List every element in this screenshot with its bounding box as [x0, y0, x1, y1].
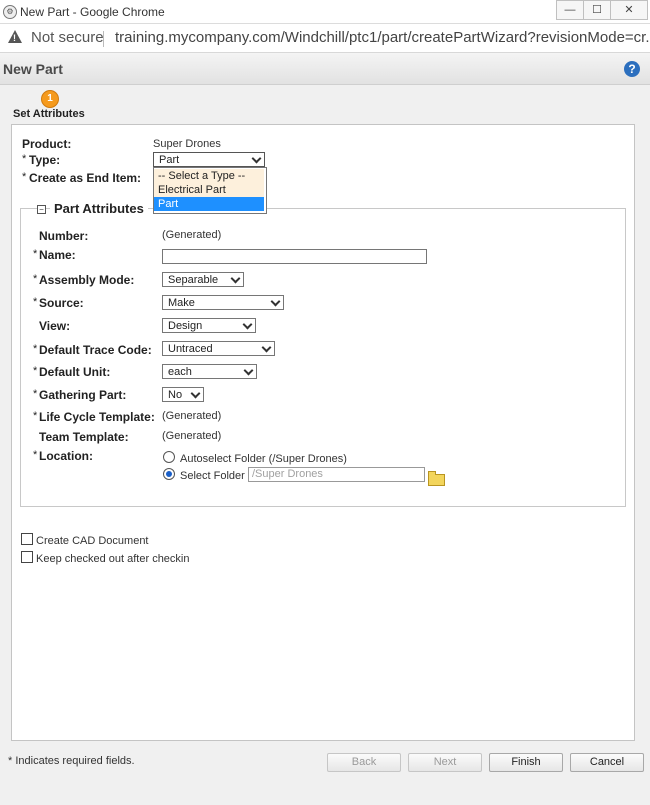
minimize-button[interactable]: — [556, 0, 584, 20]
close-button[interactable]: ✕ [610, 0, 648, 20]
team-template-label: Team Template: [39, 430, 129, 444]
life-cycle-template-value: (Generated) [162, 410, 222, 422]
product-value: Super Drones [153, 138, 221, 150]
step-number-icon[interactable]: 1 [41, 90, 59, 108]
chevron-down-icon [242, 319, 253, 330]
name-label: Name: [39, 248, 76, 262]
location-label: Location: [39, 449, 93, 463]
folder-path-input[interactable]: /Super Drones [248, 467, 425, 482]
chevron-down-icon [190, 388, 201, 399]
type-dropdown-list[interactable]: -- Select a Type -- Electrical Part Part [153, 167, 267, 214]
chevron-down-icon [243, 365, 254, 376]
product-label: Product: [22, 137, 72, 151]
required-marker: * [33, 273, 38, 285]
default-trace-code-select[interactable]: Untraced [162, 341, 275, 356]
default-trace-code-label: Default Trace Code: [39, 343, 152, 357]
chevron-down-icon [261, 342, 272, 353]
create-cad-document-checkbox[interactable] [21, 533, 33, 545]
type-option-select[interactable]: -- Select a Type -- [154, 169, 264, 183]
chevron-down-icon [270, 296, 281, 307]
required-marker: * [22, 153, 27, 165]
default-unit-select[interactable]: each [162, 364, 257, 379]
required-marker: * [33, 449, 38, 461]
assembly-mode-label: Assembly Mode: [39, 273, 135, 287]
gathering-part-select[interactable]: No [162, 387, 204, 402]
part-attributes-legend[interactable]: Part Attributes [50, 201, 148, 216]
source-label: Source: [39, 296, 84, 310]
default-unit-value: each [168, 366, 192, 378]
end-item-label: Create as End Item: [29, 171, 142, 185]
default-trace-code-value: Untraced [168, 343, 213, 355]
collapse-icon[interactable]: − [37, 205, 46, 214]
view-value: Design [168, 320, 203, 332]
warning-icon-mark: ! [13, 33, 16, 43]
autoselect-folder-label[interactable]: Autoselect Folder (/Super Drones) [180, 453, 347, 465]
chevron-down-icon [230, 273, 241, 284]
chevron-down-icon [251, 153, 262, 164]
maximize-button[interactable]: ☐ [583, 0, 611, 20]
keep-checked-out-checkbox[interactable] [21, 551, 33, 563]
select-folder-label[interactable]: Select Folder [180, 470, 245, 482]
team-template-value: (Generated) [162, 430, 222, 442]
url-text[interactable]: training.mycompany.com/Windchill/ptc1/pa… [115, 29, 650, 46]
autoselect-folder-radio[interactable] [163, 451, 175, 463]
type-select[interactable]: Part [153, 152, 265, 167]
keep-checked-out-label[interactable]: Keep checked out after checkin [36, 553, 189, 565]
app-icon: ⚙ [3, 5, 17, 19]
page-header: New Part ? [0, 53, 650, 85]
required-marker: * [33, 343, 38, 355]
create-cad-document-label[interactable]: Create CAD Document [36, 535, 149, 547]
folder-icon[interactable] [428, 471, 445, 486]
gathering-part-value: No [168, 389, 183, 401]
type-select-value: Part [159, 154, 180, 166]
gathering-part-label: Gathering Part: [39, 388, 127, 402]
required-fields-note: * Indicates required fields. [8, 755, 135, 767]
life-cycle-template-label: Life Cycle Template: [39, 410, 155, 424]
required-marker: * [33, 248, 38, 260]
back-button[interactable]: Back [327, 753, 401, 772]
required-marker: * [33, 410, 38, 422]
assembly-mode-select[interactable]: Separable [162, 272, 244, 287]
type-label: Type: [29, 153, 61, 167]
cancel-button[interactable]: Cancel [570, 753, 644, 772]
required-marker: * [33, 388, 38, 400]
finish-button[interactable]: Finish [489, 753, 563, 772]
number-label: Number: [39, 229, 89, 243]
address-separator [103, 31, 104, 47]
source-value: Make [168, 297, 195, 309]
default-unit-label: Default Unit: [39, 365, 111, 379]
required-marker: * [33, 365, 38, 377]
assembly-mode-value: Separable [168, 274, 219, 286]
next-button[interactable]: Next [408, 753, 482, 772]
name-input[interactable] [162, 249, 427, 264]
type-option-electrical-part[interactable]: Electrical Part [154, 183, 264, 197]
view-label: View: [39, 319, 71, 333]
page-title: New Part [3, 61, 63, 77]
window-title: New Part - Google Chrome [20, 5, 165, 19]
select-folder-radio[interactable] [163, 468, 175, 480]
view-select[interactable]: Design [162, 318, 256, 333]
required-marker: * [33, 296, 38, 308]
help-icon[interactable]: ? [624, 61, 640, 77]
source-select[interactable]: Make [162, 295, 284, 310]
type-option-part[interactable]: Part [154, 197, 264, 211]
step-label[interactable]: Set Attributes [13, 108, 85, 120]
window-titlebar: ⚙ New Part - Google Chrome — ☐ ✕ [0, 0, 650, 24]
address-bar[interactable]: ! Not secure training.mycompany.com/Wind… [0, 24, 650, 53]
number-value: (Generated) [162, 229, 222, 241]
required-marker: * [22, 171, 27, 183]
security-status[interactable]: Not secure [31, 29, 104, 46]
